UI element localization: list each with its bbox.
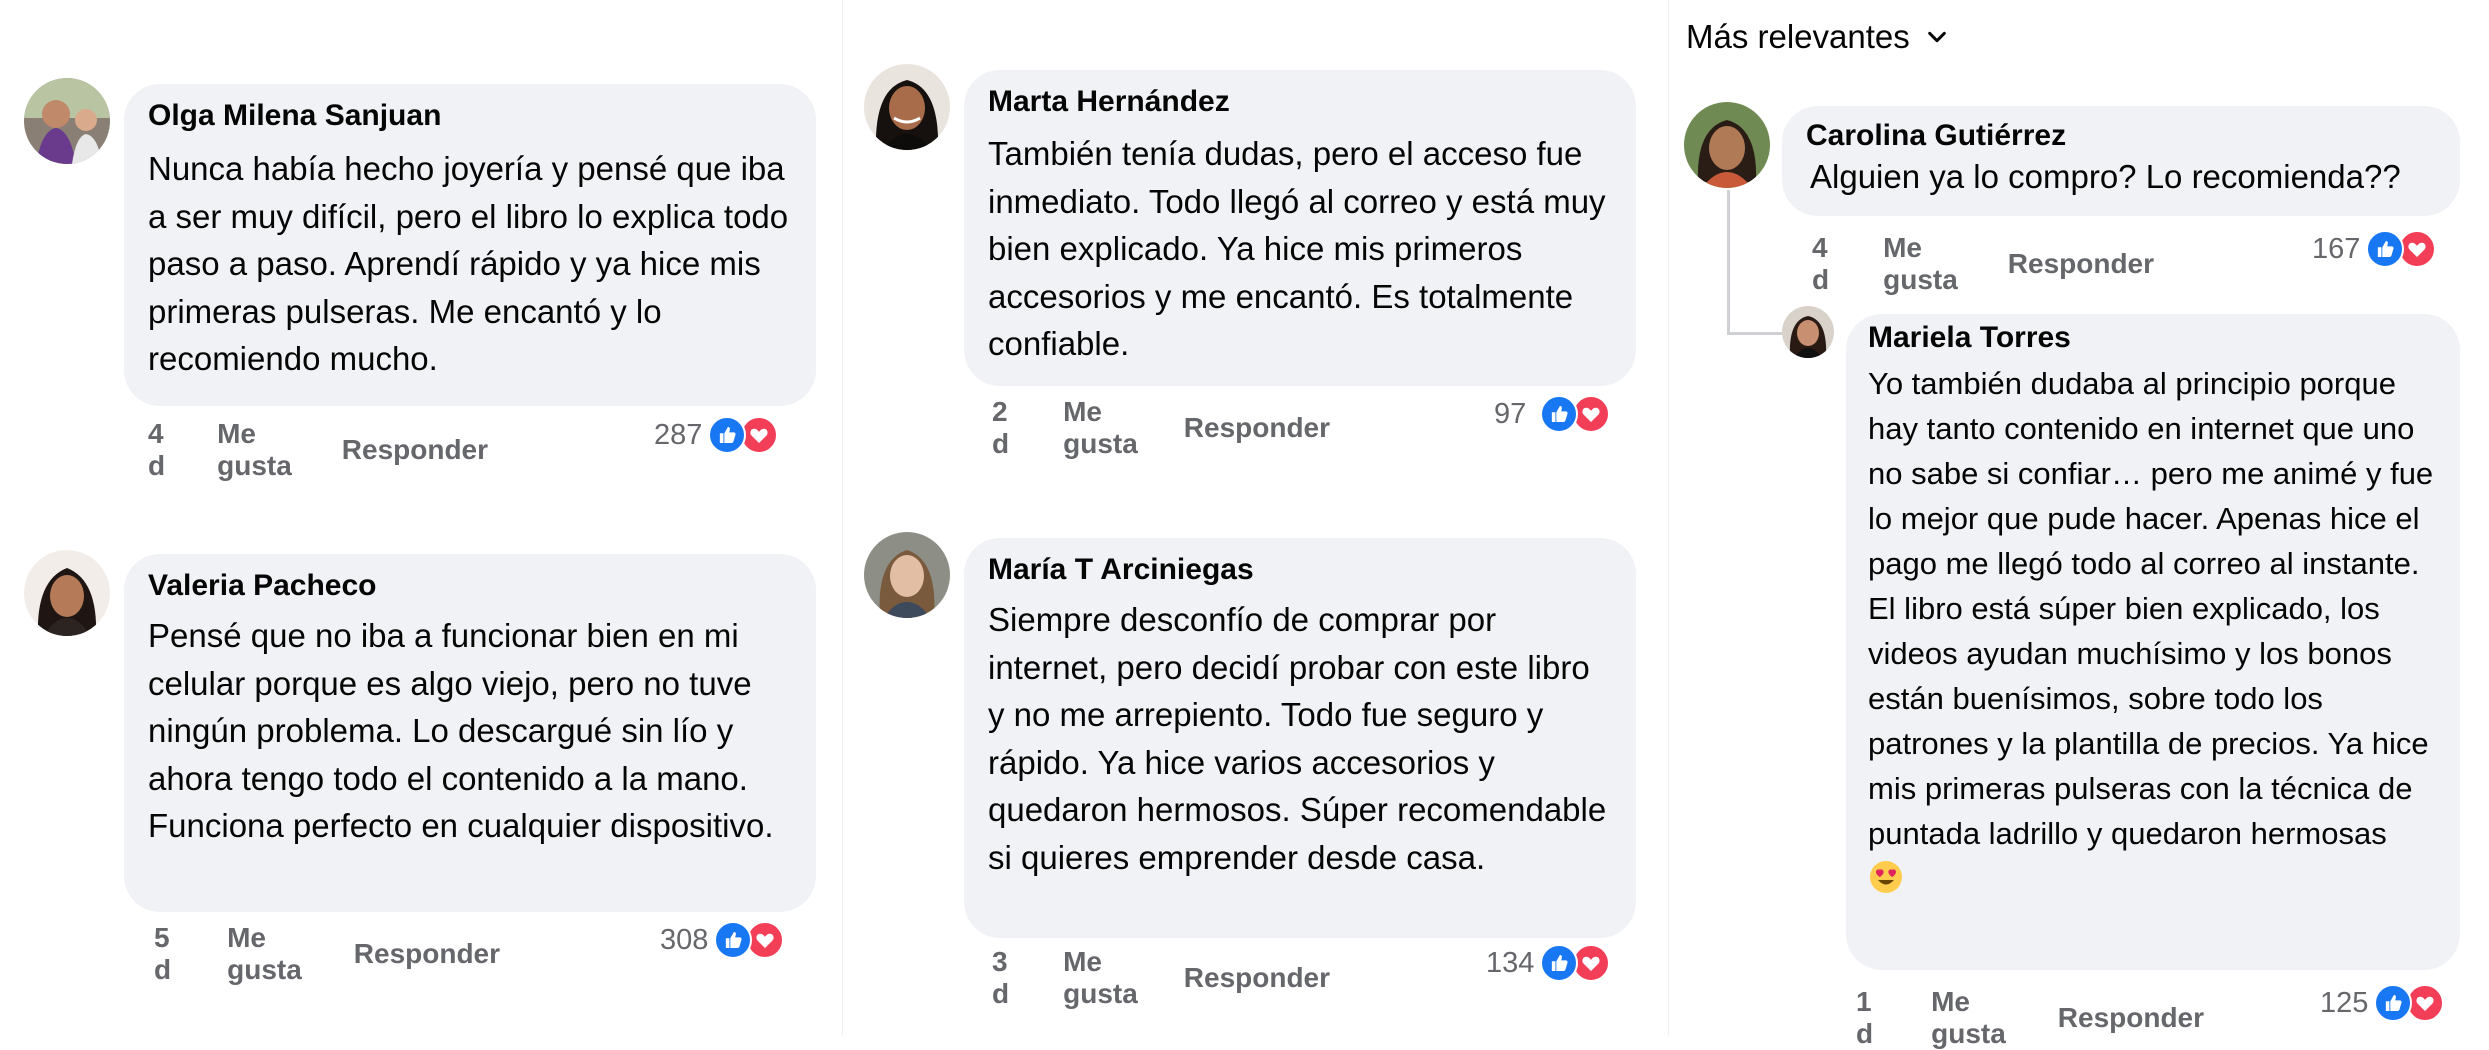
reaction-count: 134 [1486, 946, 1535, 979]
avatar[interactable] [864, 64, 950, 150]
love-reaction-icon [2406, 984, 2445, 1022]
comment-bubble: Marta Hernández También tenía dudas, per… [964, 70, 1636, 386]
comment-timestamp[interactable]: 4 d [1812, 232, 1829, 296]
like-reaction-icon [2366, 230, 2405, 268]
avatar[interactable] [1684, 102, 1770, 188]
avatar[interactable] [24, 550, 110, 636]
avatar[interactable] [864, 532, 950, 618]
comment-timestamp[interactable]: 1 d [1856, 986, 1873, 1050]
comment-timestamp[interactable]: 2 d [992, 396, 1009, 460]
like-button[interactable]: Me gusta [1883, 232, 1958, 296]
reply-button[interactable]: Responder [2008, 248, 2154, 280]
comment-text: Yo también dudaba al principio porque ha… [1868, 361, 2440, 901]
like-button[interactable]: Me gusta [227, 922, 302, 986]
comment-bubble: María T Arciniegas Siempre desconfío de … [964, 538, 1636, 938]
love-reaction-icon [740, 416, 779, 454]
comment-text: Alguien ya lo compro? Lo recomienda?? [1810, 158, 2401, 195]
reaction-count: 97 [1494, 397, 1527, 430]
reaction-count: 167 [2312, 232, 2361, 265]
comment-text: También tenía dudas, pero el acceso fue … [988, 135, 1606, 362]
like-reaction-icon [1540, 944, 1579, 982]
comment-timestamp[interactable]: 3 d [992, 946, 1009, 1010]
comment-author[interactable]: Mariela Torres [1868, 318, 2440, 358]
avatar[interactable] [1782, 306, 1834, 358]
chevron-down-icon [1927, 31, 1946, 43]
column-divider [1668, 0, 1669, 1036]
comment-text-body: Yo también dudaba al principio porque ha… [1868, 366, 2434, 851]
thread-connector [1727, 332, 1782, 335]
like-button[interactable]: Me gusta [217, 418, 292, 482]
reaction-count: 308 [660, 923, 709, 956]
comment-bubble: Mariela Torres Yo también dudaba al prin… [1846, 314, 2460, 970]
comment-actions: 4 d Me gusta Responder [1812, 232, 2154, 296]
like-reaction-icon [714, 921, 753, 959]
reaction-summary[interactable]: 134 [1486, 944, 1611, 982]
comment-actions: 1 d Me gusta Responder [1856, 986, 2204, 1050]
reaction-summary[interactable]: 167 [2312, 230, 2437, 268]
comment-text: Nunca había hecho joyería y pensé que ib… [148, 150, 789, 377]
thread-connector [1727, 190, 1730, 335]
comment-actions: 3 d Me gusta Responder [992, 946, 1330, 1010]
comment-author[interactable]: Valeria Pacheco [148, 566, 792, 606]
reply-button[interactable]: Responder [1184, 962, 1330, 994]
reply-button[interactable]: Responder [342, 434, 488, 466]
comment-bubble: Olga Milena Sanjuan Nunca había hecho jo… [124, 84, 816, 406]
love-reaction-icon [2398, 230, 2437, 268]
reply-button[interactable]: Responder [1184, 412, 1330, 444]
like-button[interactable]: Me gusta [1063, 396, 1138, 460]
reaction-summary[interactable]: 97 [1494, 395, 1611, 433]
like-reaction-icon [1540, 395, 1579, 433]
comment-author[interactable]: Marta Hernández [988, 82, 1612, 122]
sort-label: Más relevantes [1686, 18, 1910, 55]
comment-timestamp[interactable]: 5 d [154, 922, 171, 986]
reaction-count: 287 [654, 418, 703, 451]
comment-text: Pensé que no iba a funcionar bien en mi … [148, 617, 774, 844]
column-divider [842, 0, 843, 1036]
avatar[interactable] [24, 78, 110, 164]
reply-button[interactable]: Responder [2058, 1002, 2204, 1034]
reaction-summary[interactable]: 287 [654, 416, 779, 454]
reaction-summary[interactable]: 125 [2320, 984, 2445, 1022]
comment-actions: 4 d Me gusta Responder [148, 418, 488, 482]
reply-button[interactable]: Responder [354, 938, 500, 970]
comment-timestamp[interactable]: 4 d [148, 418, 165, 482]
comment-text: Siempre desconfío de comprar por interne… [988, 601, 1607, 876]
comment-author[interactable]: Carolina Gutiérrez [1806, 116, 2436, 156]
comment-actions: 5 d Me gusta Responder [154, 922, 500, 986]
sort-dropdown[interactable]: Más relevantes [1686, 18, 1948, 56]
like-button[interactable]: Me gusta [1931, 986, 2006, 1050]
like-reaction-icon [708, 416, 747, 454]
comment-bubble: Valeria Pacheco Pensé que no iba a funci… [124, 554, 816, 912]
like-reaction-icon [2374, 984, 2413, 1022]
comment-author[interactable]: Olga Milena Sanjuan [148, 96, 792, 136]
love-reaction-icon [1572, 944, 1611, 982]
reaction-summary[interactable]: 308 [660, 921, 785, 959]
like-button[interactable]: Me gusta [1063, 946, 1138, 1010]
comment-bubble: Carolina Gutiérrez Alguien ya lo compro?… [1782, 106, 2460, 216]
reaction-count: 125 [2320, 986, 2369, 1019]
comment-actions: 2 d Me gusta Responder [992, 396, 1330, 460]
heart-eyes-emoji-icon [1870, 861, 1902, 893]
love-reaction-icon [746, 921, 785, 959]
comment-author[interactable]: María T Arciniegas [988, 550, 1612, 590]
